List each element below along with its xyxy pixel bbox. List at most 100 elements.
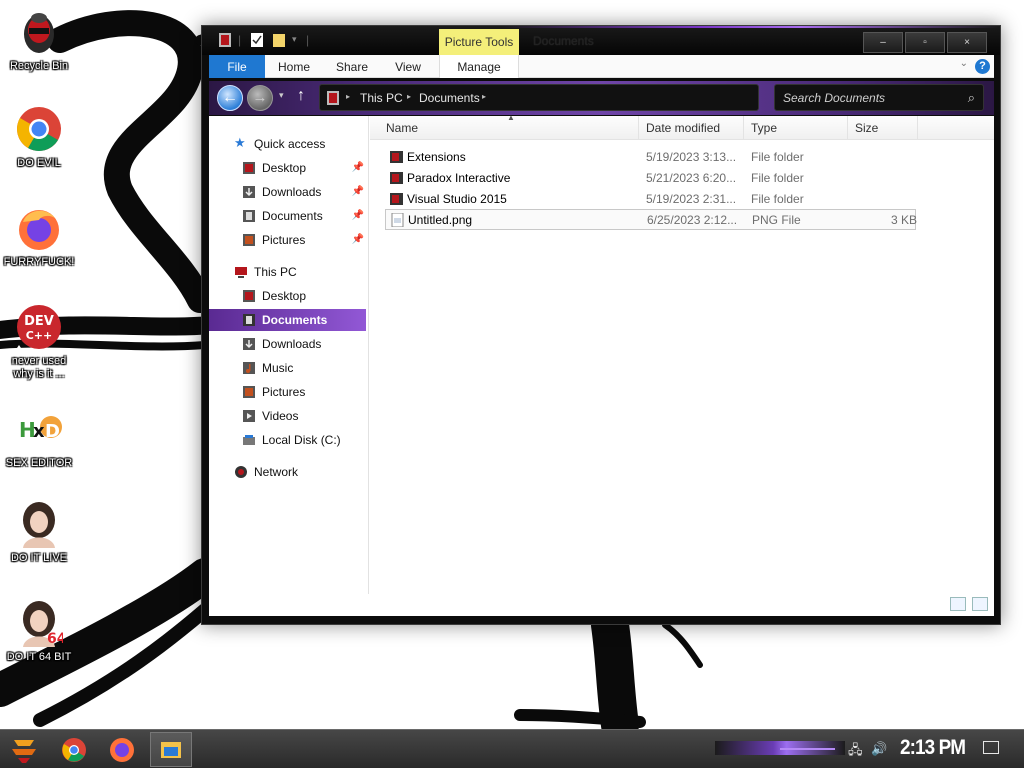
- sidebar-item-pictures[interactable]: Pictures: [209, 381, 366, 403]
- large-icons-view-icon[interactable]: [972, 597, 988, 611]
- tab-home[interactable]: Home: [271, 55, 317, 78]
- forward-button[interactable]: →: [247, 85, 273, 111]
- pin-icon[interactable]: 📌: [352, 157, 364, 179]
- sidebar-item-videos[interactable]: Videos: [209, 405, 366, 427]
- sidebar-item-documents-selected[interactable]: Documents: [209, 309, 366, 331]
- search-input[interactable]: [783, 90, 953, 106]
- column-type[interactable]: Type: [744, 116, 848, 140]
- picture-tools-tab[interactable]: Picture Tools: [439, 29, 519, 55]
- desktop-icon-label: DO IT 64 BIT: [6, 651, 72, 663]
- file-name: Untitled.png: [408, 213, 473, 227]
- search-icon[interactable]: ⌕: [968, 90, 975, 106]
- sidebar-item-documents[interactable]: Documents 📌: [209, 205, 366, 227]
- search-box[interactable]: ⌕: [774, 84, 984, 111]
- up-button[interactable]: ↑: [297, 87, 305, 105]
- content-area: ★ Quick access Desktop 📌 Downloads 📌 Doc…: [209, 113, 994, 616]
- taskbar-accent-line: [780, 748, 835, 750]
- taskbar: 🖧 🔊 2:13 PM: [0, 729, 1024, 768]
- breadcrumb-separator[interactable]: ▸: [407, 92, 411, 101]
- tab-share[interactable]: Share: [329, 55, 375, 78]
- sidebar-item-desktop[interactable]: Desktop 📌: [209, 157, 366, 179]
- expand-ribbon-icon[interactable]: ⌄: [960, 58, 968, 69]
- file-row-folder[interactable]: Extensions 5/19/2023 3:13... File folder: [385, 147, 916, 168]
- desktop-folder-icon: [243, 290, 255, 302]
- title-bar[interactable]: | ▾ | Picture Tools Documents – ▫ ×: [202, 26, 1000, 55]
- sidebar-item-local-disk[interactable]: Local Disk (C:): [209, 429, 366, 451]
- shortcut-arrow-icon: [15, 641, 23, 647]
- file-date: 5/21/2023 6:20...: [646, 171, 737, 185]
- file-date: 5/19/2023 2:31...: [646, 192, 737, 206]
- bit64-logo-text: 64: [47, 631, 63, 647]
- sidebar-item-pictures[interactable]: Pictures 📌: [209, 229, 366, 251]
- column-name[interactable]: Name: [379, 116, 639, 140]
- tab-manage[interactable]: Manage: [439, 55, 519, 78]
- file-list: ▲ Name Date modified Type Size Extension…: [370, 113, 994, 594]
- desktop-icon-do-it-64-bit[interactable]: 64 DO IT 64 BIT: [2, 599, 76, 664]
- qat-dropdown-icon[interactable]: ▾: [292, 34, 297, 45]
- devcpp-icon: DEV C++: [15, 303, 63, 351]
- column-date-modified[interactable]: Date modified: [639, 116, 744, 140]
- breadcrumb-this-pc[interactable]: This PC: [360, 91, 403, 105]
- details-view-icon[interactable]: [950, 597, 966, 611]
- window-app-icon[interactable]: [218, 32, 232, 48]
- start-button[interactable]: [4, 732, 44, 767]
- sidebar-item-desktop[interactable]: Desktop: [209, 285, 366, 307]
- sidebar-item-downloads[interactable]: Downloads 📌: [209, 181, 366, 203]
- documents-folder-icon: [243, 314, 255, 326]
- sidebar-quick-access[interactable]: ★ Quick access: [209, 133, 366, 155]
- sidebar-this-pc[interactable]: This PC: [209, 261, 366, 283]
- sidebar-network[interactable]: Network: [209, 461, 366, 483]
- help-icon[interactable]: ?: [975, 59, 990, 74]
- desktop-icon-recycle-bin[interactable]: Recycle Bin: [2, 8, 76, 73]
- recent-locations-icon[interactable]: ▾: [279, 90, 284, 101]
- pin-icon[interactable]: 📌: [352, 181, 364, 203]
- navigation-pane: ★ Quick access Desktop 📌 Downloads 📌 Doc…: [209, 116, 369, 594]
- column-size[interactable]: Size: [848, 116, 918, 140]
- clock[interactable]: 2:13 PM: [900, 736, 966, 760]
- title-accent: [502, 26, 999, 28]
- network-tray-icon[interactable]: 🖧: [848, 741, 863, 763]
- pin-icon[interactable]: 📌: [352, 205, 364, 227]
- desktop-icon-label: DO EVIL: [17, 157, 61, 169]
- address-bar[interactable]: ▸ This PC ▸ Documents ▸: [319, 84, 759, 111]
- cpp-logo-text: C++: [26, 329, 53, 342]
- notifications-icon[interactable]: [983, 741, 999, 754]
- folder-icon: [161, 742, 181, 758]
- taskbar-firefox[interactable]: [102, 732, 142, 767]
- minimize-button[interactable]: –: [863, 32, 903, 53]
- maximize-button[interactable]: ▫: [905, 32, 945, 53]
- desktop-icon-chrome[interactable]: DO EVIL: [2, 105, 76, 170]
- pin-icon[interactable]: 📌: [352, 229, 364, 251]
- sidebar-item-downloads[interactable]: Downloads: [209, 333, 366, 355]
- desktop-icon-firefox[interactable]: FURRYFUCK!: [2, 204, 76, 269]
- breadcrumb-separator[interactable]: ▸: [482, 92, 486, 101]
- volume-icon[interactable]: 🔊: [871, 741, 887, 757]
- start-logo-icon: [12, 740, 36, 763]
- sidebar-item-music[interactable]: Music: [209, 357, 366, 379]
- computer-icon: [235, 267, 247, 278]
- close-button[interactable]: ×: [947, 32, 987, 53]
- desktop-icon-do-it-live[interactable]: DO IT LIVE: [2, 500, 76, 565]
- folder-icon: [390, 151, 403, 163]
- new-folder-icon[interactable]: [272, 32, 286, 48]
- portrait-64-icon: 64: [15, 599, 67, 647]
- file-name: Paradox Interactive: [407, 171, 511, 185]
- back-button[interactable]: ←: [217, 85, 243, 111]
- desktop-folder-icon: [243, 162, 255, 174]
- file-row-folder[interactable]: Paradox Interactive 5/21/2023 6:20... Fi…: [385, 168, 916, 189]
- file-row-folder[interactable]: Visual Studio 2015 5/19/2023 2:31... Fil…: [385, 189, 916, 210]
- taskbar-file-explorer[interactable]: [150, 732, 192, 767]
- file-row-png[interactable]: Untitled.png 6/25/2023 2:12... PNG File …: [385, 209, 917, 230]
- tab-file[interactable]: File: [209, 55, 265, 78]
- desktop-icon-devcpp[interactable]: DEV C++ never used why is it ...: [2, 303, 76, 381]
- breadcrumb-documents[interactable]: Documents: [419, 91, 480, 105]
- desktop-icon-hxd[interactable]: H x D SEX EDITOR: [2, 405, 76, 470]
- music-folder-icon: [243, 362, 255, 374]
- tab-view[interactable]: View: [385, 55, 431, 78]
- recycle-bin-icon: [15, 8, 63, 56]
- navigation-bar: ← → ▾ ↑ ▸ This PC ▸ Documents ▸ ⌕: [209, 81, 994, 115]
- file-explorer-window: | ▾ | Picture Tools Documents – ▫ × File…: [201, 25, 1001, 625]
- properties-icon[interactable]: [250, 32, 264, 48]
- taskbar-chrome[interactable]: [54, 732, 94, 767]
- downloads-folder-icon: [243, 338, 255, 350]
